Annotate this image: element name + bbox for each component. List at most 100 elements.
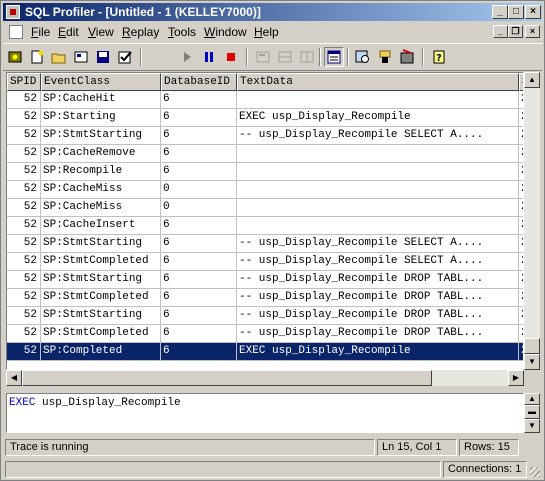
child-minimize-button[interactable]: _ bbox=[493, 25, 508, 38]
help-icon[interactable]: ? bbox=[429, 47, 449, 67]
sql-profiler-window: SQL Profiler - [Untitled - 1 (KELLEY7000… bbox=[0, 0, 545, 481]
save-icon[interactable] bbox=[93, 47, 113, 67]
menu-file[interactable]: File bbox=[31, 25, 50, 39]
title-bar[interactable]: SQL Profiler - [Untitled - 1 (KELLEY7000… bbox=[3, 3, 542, 21]
step-icon[interactable] bbox=[253, 47, 273, 67]
table-cell-spid: 52 bbox=[7, 163, 41, 181]
scroll-left-button[interactable]: ◀ bbox=[6, 370, 22, 386]
scroll-thumb[interactable] bbox=[524, 338, 540, 354]
table-cell-db: 6 bbox=[161, 145, 237, 163]
table-cell-spid: 52 bbox=[7, 109, 41, 127]
play-icon[interactable] bbox=[177, 47, 197, 67]
size-grip-icon[interactable] bbox=[530, 467, 540, 477]
filter-icon[interactable] bbox=[375, 47, 395, 67]
window-title: SQL Profiler - [Untitled - 1 (KELLEY7000… bbox=[25, 5, 261, 19]
pause-icon[interactable] bbox=[199, 47, 219, 67]
minimize-button[interactable]: _ bbox=[492, 5, 508, 19]
child-restore-button[interactable]: ❐ bbox=[508, 25, 523, 38]
table-row[interactable]: 52 SP:StmtStarting 6 -- usp_Display_Recompi… bbox=[7, 127, 523, 145]
text-data-pane[interactable]: EXEC usp_Display_Recompile bbox=[6, 393, 524, 433]
column-header-textdata[interactable]: TextData bbox=[237, 73, 519, 91]
column-header-spid[interactable]: SPID bbox=[7, 73, 41, 91]
table-cell-event: SP:StmtCompleted bbox=[41, 325, 161, 343]
text-pane-scrollbar[interactable]: ▲ ▬ ▼ bbox=[524, 393, 540, 433]
new-template-icon[interactable] bbox=[27, 47, 47, 67]
find-icon[interactable] bbox=[353, 47, 373, 67]
table-cell-spid: 52 bbox=[7, 91, 41, 109]
table-row[interactable]: 52SP:CacheHit62 bbox=[7, 91, 523, 109]
run-to-cursor-icon[interactable] bbox=[275, 47, 295, 67]
horizontal-scroll-thumb[interactable] bbox=[22, 370, 432, 386]
table-cell-event: SP:Recompile bbox=[41, 163, 161, 181]
menu-help[interactable]: Help bbox=[254, 25, 279, 39]
table-cell-event: SP:StmtStarting bbox=[41, 271, 161, 289]
menu-window[interactable]: Window bbox=[204, 25, 247, 39]
column-header-eventclass[interactable]: EventClass bbox=[41, 73, 161, 91]
table-cell-spid: 52 bbox=[7, 181, 41, 199]
main-status-bar: Connections: 1 bbox=[3, 459, 542, 479]
table-row[interactable]: 52 SP:StmtCompleted 6 -- usp_Display_Recomp… bbox=[7, 253, 523, 271]
table-row[interactable]: 52SP:CacheMiss02 bbox=[7, 181, 523, 199]
table-cell-text: -- usp_Display_Recompile DROP TABL... bbox=[237, 307, 519, 325]
table-cell-db: 6 bbox=[161, 307, 237, 325]
scrollbar-corner bbox=[524, 370, 540, 386]
scroll-up-button[interactable]: ▲ bbox=[524, 72, 540, 88]
table-row[interactable]: 52SP:CacheInsert62 bbox=[7, 217, 523, 235]
menu-replay[interactable]: Replay bbox=[122, 25, 159, 39]
status-position: Ln 15, Col 1 bbox=[377, 439, 457, 456]
table-cell-spid: 52 bbox=[7, 343, 41, 361]
status-message: Trace is running bbox=[5, 439, 375, 456]
maximize-button[interactable]: □ bbox=[508, 5, 524, 19]
text-data-content: EXEC usp_Display_Recompile bbox=[7, 394, 523, 412]
table-cell-db: 6 bbox=[161, 343, 237, 361]
toolbar: ? bbox=[3, 43, 542, 71]
table-row[interactable]: 52 SP:Completed 6 EXEC usp_Display_Recompil… bbox=[7, 343, 523, 361]
table-row[interactable]: 52 SP:StmtStarting 6 -- usp_Display_Recompi… bbox=[7, 235, 523, 253]
table-cell-text bbox=[237, 181, 519, 199]
menu-view[interactable]: View bbox=[88, 25, 114, 39]
table-cell-text: -- usp_Display_Recompile DROP TABL... bbox=[237, 289, 519, 307]
table-cell-text: EXEC usp_Display_Recompile bbox=[237, 343, 519, 361]
table-row[interactable]: 52SP:CacheRemove62 bbox=[7, 145, 523, 163]
grid-vertical-scrollbar[interactable]: ▲ ▼ bbox=[524, 72, 540, 370]
table-cell-spid: 52 bbox=[7, 217, 41, 235]
table-cell-text bbox=[237, 163, 519, 181]
table-cell-text bbox=[237, 145, 519, 163]
text-scroll-middle-button[interactable]: ▬ bbox=[524, 405, 540, 419]
status-main-empty bbox=[5, 461, 441, 478]
document-icon[interactable] bbox=[9, 25, 23, 39]
grid-horizontal-scrollbar[interactable]: ◀ ▶ bbox=[6, 370, 524, 386]
new-trace-icon[interactable] bbox=[5, 47, 25, 67]
events-window-icon[interactable] bbox=[324, 47, 344, 67]
table-row[interactable]: 52 SP:Starting 6 EXEC usp_Display_Recompile… bbox=[7, 109, 523, 127]
table-row[interactable]: 52SP:Recompile62 bbox=[7, 163, 523, 181]
properties-icon[interactable] bbox=[71, 47, 91, 67]
stop-icon[interactable] bbox=[221, 47, 241, 67]
open-icon[interactable] bbox=[49, 47, 69, 67]
close-button[interactable]: × bbox=[525, 5, 541, 19]
child-close-button[interactable]: × bbox=[525, 25, 540, 38]
table-row[interactable]: 52SP:CacheMiss02 bbox=[7, 199, 523, 217]
table-cell-event: SP:Completed bbox=[41, 343, 161, 361]
table-row[interactable]: 52 SP:StmtStarting 6 -- usp_Display_Recompi… bbox=[7, 271, 523, 289]
menu-bar: File Edit View Replay Tools Window Help … bbox=[3, 22, 542, 42]
status-rows: Rows: 15 bbox=[459, 439, 519, 456]
column-header-databaseid[interactable]: DatabaseID bbox=[161, 73, 237, 91]
table-row[interactable]: 52 SP:StmtStarting 6 -- usp_Display_Recompi… bbox=[7, 307, 523, 325]
status-connections: Connections: 1 bbox=[443, 461, 527, 478]
scroll-down-button[interactable]: ▼ bbox=[524, 354, 540, 370]
table-cell-text bbox=[237, 91, 519, 109]
query-analyzer-icon[interactable] bbox=[397, 47, 417, 67]
grid-icon[interactable] bbox=[297, 47, 317, 67]
menu-edit[interactable]: Edit bbox=[58, 25, 79, 39]
app-icon[interactable] bbox=[6, 5, 20, 19]
table-row[interactable]: 52 SP:StmtCompleted 6 -- usp_Display_Recomp… bbox=[7, 325, 523, 343]
table-row[interactable]: 52 SP:StmtCompleted 6 -- usp_Display_Recomp… bbox=[7, 289, 523, 307]
table-cell-db: 6 bbox=[161, 271, 237, 289]
trace-grid[interactable]: SPID EventClass DatabaseID TextData S 52… bbox=[6, 72, 524, 370]
menu-tools[interactable]: Tools bbox=[168, 25, 196, 39]
scroll-right-button[interactable]: ▶ bbox=[508, 370, 524, 386]
checkbox-icon[interactable] bbox=[115, 47, 135, 67]
text-scroll-down-button[interactable]: ▼ bbox=[524, 419, 540, 433]
text-scroll-up-button[interactable]: ▲ bbox=[524, 393, 540, 405]
